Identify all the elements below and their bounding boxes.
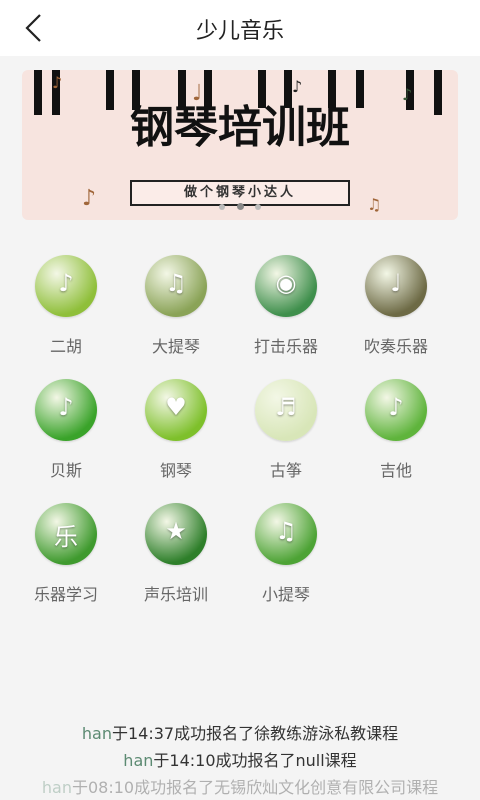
category-item[interactable]: ♬ 古筝 bbox=[230, 379, 342, 489]
category-item[interactable]: ♪ 二胡 bbox=[10, 255, 122, 365]
category-glyph: ♪ bbox=[388, 393, 404, 421]
ticker-line[interactable]: han于14:37成功报名了徐教练游泳私教课程 bbox=[0, 720, 480, 744]
category-item[interactable]: ★ 声乐培训 bbox=[120, 503, 232, 613]
banner-big-title: 钢琴培训班 bbox=[130, 102, 350, 153]
bass-guitar-icon: ♪ bbox=[35, 379, 97, 441]
category-item[interactable]: ◉ 打击乐器 bbox=[230, 255, 342, 365]
vocal-training-icon: ★ bbox=[145, 503, 207, 565]
drum-icon: ◉ bbox=[255, 255, 317, 317]
category-glyph: ♥ bbox=[165, 393, 187, 421]
page-title: 少儿音乐 bbox=[195, 19, 284, 44]
ticker-text: 于14:37成功报名了徐教练游泳私教课程 bbox=[111, 724, 399, 743]
category-label: 贝斯 bbox=[49, 461, 82, 480]
category-label: 乐器学习 bbox=[33, 585, 98, 604]
category-glyph: 乐 bbox=[54, 523, 78, 551]
ticker-text: 于14:10成功报名了null课程 bbox=[153, 751, 357, 770]
category-label: 钢琴 bbox=[159, 461, 192, 480]
pagination-dot-active[interactable] bbox=[236, 203, 244, 210]
category-glyph: ♫ bbox=[275, 517, 297, 545]
category-label: 吉他 bbox=[379, 461, 412, 480]
category-label: 二胡 bbox=[49, 337, 82, 356]
ticker-user-name: han bbox=[123, 751, 154, 770]
app-header: 少儿音乐 bbox=[0, 0, 480, 56]
category-item[interactable]: ♫ 大提琴 bbox=[120, 255, 232, 365]
category-label: 打击乐器 bbox=[253, 337, 318, 356]
category-item[interactable]: ♫ 小提琴 bbox=[230, 503, 342, 613]
category-label: 声乐培训 bbox=[143, 585, 208, 604]
ticker-text: 于08:10成功报名了无锡欣灿文化创意有限公司课程 bbox=[71, 778, 439, 797]
category-label: 大提琴 bbox=[151, 337, 200, 356]
category-label: 古筝 bbox=[269, 461, 302, 480]
piano-icon: ♥ bbox=[145, 379, 207, 441]
banner-pagination bbox=[22, 195, 458, 214]
category-glyph: ♩ bbox=[390, 269, 402, 297]
erhu-icon: ♪ bbox=[35, 255, 97, 317]
pagination-dot[interactable] bbox=[254, 204, 261, 210]
category-label: 吹奏乐器 bbox=[363, 337, 428, 356]
category-glyph: ♬ bbox=[275, 393, 297, 421]
category-glyph: ◉ bbox=[275, 269, 297, 297]
category-glyph: ♪ bbox=[58, 269, 74, 297]
ticker-line[interactable]: han于08:10成功报名了无锡欣灿文化创意有限公司课程 bbox=[0, 774, 480, 798]
cello-icon: ♫ bbox=[145, 255, 207, 317]
category-item[interactable]: ♥ 钢琴 bbox=[120, 379, 232, 489]
svg-text:♪: ♪ bbox=[52, 73, 62, 92]
category-item[interactable]: ♪ 吉他 bbox=[340, 379, 452, 489]
category-glyph: ♪ bbox=[58, 393, 74, 421]
category-item[interactable]: ♩ 吹奏乐器 bbox=[340, 255, 452, 365]
ticker-user-name: han bbox=[81, 724, 112, 743]
category-item[interactable]: ♪ 贝斯 bbox=[10, 379, 122, 489]
guitar-icon: ♪ bbox=[365, 379, 427, 441]
ticker-user-name: han bbox=[41, 778, 72, 797]
category-glyph: ★ bbox=[165, 517, 187, 545]
wind-instrument-icon: ♩ bbox=[365, 255, 427, 317]
category-glyph: ♫ bbox=[165, 269, 187, 297]
violin-icon: ♫ bbox=[255, 503, 317, 565]
guzheng-icon: ♬ bbox=[255, 379, 317, 441]
svg-text:♪: ♪ bbox=[402, 85, 412, 104]
promo-banner[interactable]: ♪ ♩ ♪ ♪ ♪ ♫ 钢琴培训班 做个钢琴小达人 bbox=[22, 70, 458, 220]
category-label: 小提琴 bbox=[261, 585, 310, 604]
category-item[interactable]: 乐乐器学习 bbox=[10, 503, 122, 613]
svg-text:♪: ♪ bbox=[292, 77, 302, 96]
pagination-dot[interactable] bbox=[219, 204, 226, 210]
ticker-line[interactable]: han于14:10成功报名了null课程 bbox=[0, 747, 480, 771]
instrument-learning-icon: 乐 bbox=[35, 503, 97, 565]
